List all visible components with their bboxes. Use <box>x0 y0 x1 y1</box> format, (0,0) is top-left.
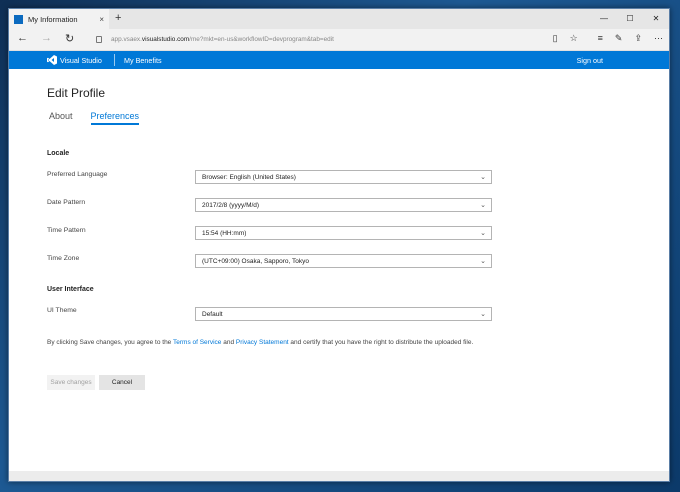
more-icon[interactable]: ⋯ <box>654 33 663 44</box>
ui-theme-label: UI Theme <box>47 307 77 314</box>
legal-text-after: and certify that you have the right to d… <box>288 339 474 346</box>
visual-studio-logo-icon <box>47 55 57 65</box>
tab-preferences[interactable]: Preferences <box>90 111 140 125</box>
address-bar-row: ← → ↻ app.vsaex.visualstudio.com/me?mkt=… <box>9 29 669 51</box>
minimize-button[interactable]: — <box>591 9 617 29</box>
browser-tab[interactable]: My Information × <box>9 9 109 29</box>
my-benefits-link[interactable]: My Benefits <box>124 56 162 65</box>
profile-tabs: About Preferences <box>49 111 140 125</box>
preferred-language-value: Browser: English (United States) <box>202 174 296 181</box>
time-zone-label: Time Zone <box>47 255 80 262</box>
date-pattern-select[interactable]: 2017/2/8 (yyyy/M/d) ⌄ <box>195 198 492 212</box>
legal-text-before: By clicking Save changes, you agree to t… <box>47 339 173 346</box>
time-pattern-select[interactable]: 15:54 (HH:mm) ⌄ <box>195 226 492 240</box>
save-changes-button[interactable]: Save changes <box>47 375 95 390</box>
preferred-language-select[interactable]: Browser: English (United States) ⌄ <box>195 170 492 184</box>
legal-notice: By clicking Save changes, you agree to t… <box>47 338 477 348</box>
close-tab-icon[interactable]: × <box>99 15 104 24</box>
browser-toolbar: ▯ ☆ ≡ ✎ ⇪ ⋯ <box>553 33 663 44</box>
date-pattern-value: 2017/2/8 (yyyy/M/d) <box>202 202 260 209</box>
privacy-statement-link[interactable]: Privacy Statement <box>236 339 289 346</box>
favorites-star-icon[interactable]: ☆ <box>570 33 578 44</box>
share-icon[interactable]: ⇪ <box>634 33 642 44</box>
site-header: Visual Studio My Benefits Sign out <box>9 51 669 69</box>
main-content: Edit Profile About Preferences Locale Pr… <box>9 69 669 473</box>
window-bottom-bar <box>9 471 669 481</box>
chevron-down-icon: ⌄ <box>480 258 486 265</box>
preferred-language-label: Preferred Language <box>47 171 108 178</box>
page-title: Edit Profile <box>47 86 106 100</box>
back-icon[interactable]: ← <box>17 32 28 44</box>
header-divider <box>114 54 115 66</box>
chevron-down-icon: ⌄ <box>480 311 486 318</box>
new-tab-button[interactable]: + <box>115 12 121 24</box>
time-pattern-label: Time Pattern <box>47 227 86 234</box>
terms-of-service-link[interactable]: Terms of Service <box>173 339 221 346</box>
lock-icon <box>96 36 102 43</box>
sign-out-link[interactable]: Sign out <box>577 56 603 65</box>
url-domain: visualstudio.com <box>141 36 190 43</box>
legal-text-and: and <box>221 339 236 346</box>
locale-heading: Locale <box>47 150 70 157</box>
hub-icon[interactable]: ≡ <box>598 33 603 44</box>
notes-icon[interactable]: ✎ <box>615 33 623 44</box>
time-pattern-value: 15:54 (HH:mm) <box>202 230 247 237</box>
ui-theme-value: Default <box>202 311 223 318</box>
url-prefix: app.vsaex. <box>111 36 142 43</box>
chevron-down-icon: ⌄ <box>480 202 486 209</box>
close-window-button[interactable]: ✕ <box>643 9 669 29</box>
date-pattern-label: Date Pattern <box>47 199 86 206</box>
forward-icon[interactable]: → <box>41 32 52 44</box>
reading-view-icon[interactable]: ▯ <box>553 33 558 44</box>
chevron-down-icon: ⌄ <box>480 174 486 181</box>
window-controls: — ☐ ✕ <box>591 9 669 29</box>
ui-theme-select[interactable]: Default ⌄ <box>195 307 492 321</box>
refresh-icon[interactable]: ↻ <box>65 32 74 45</box>
url-field[interactable]: app.vsaex.visualstudio.com/me?mkt=en-us&… <box>91 32 481 47</box>
brand-name[interactable]: Visual Studio <box>60 56 102 65</box>
user-interface-heading: User Interface <box>47 286 94 293</box>
favicon-icon <box>14 14 23 24</box>
chevron-down-icon: ⌄ <box>480 230 486 237</box>
url-path: /me?mkt=en-us&workflowID=devprogram&tab=… <box>189 36 334 43</box>
maximize-button[interactable]: ☐ <box>617 9 643 29</box>
tab-strip: My Information × + — ☐ ✕ <box>9 9 669 29</box>
browser-window: My Information × + — ☐ ✕ ← → ↻ app.vsaex… <box>8 8 670 482</box>
cancel-button[interactable]: Cancel <box>99 375 145 390</box>
time-zone-value: (UTC+09:00) Osaka, Sapporo, Tokyo <box>202 258 310 265</box>
tab-title: My Information <box>28 14 78 24</box>
time-zone-select[interactable]: (UTC+09:00) Osaka, Sapporo, Tokyo ⌄ <box>195 254 492 268</box>
tab-about[interactable]: About <box>49 111 73 125</box>
